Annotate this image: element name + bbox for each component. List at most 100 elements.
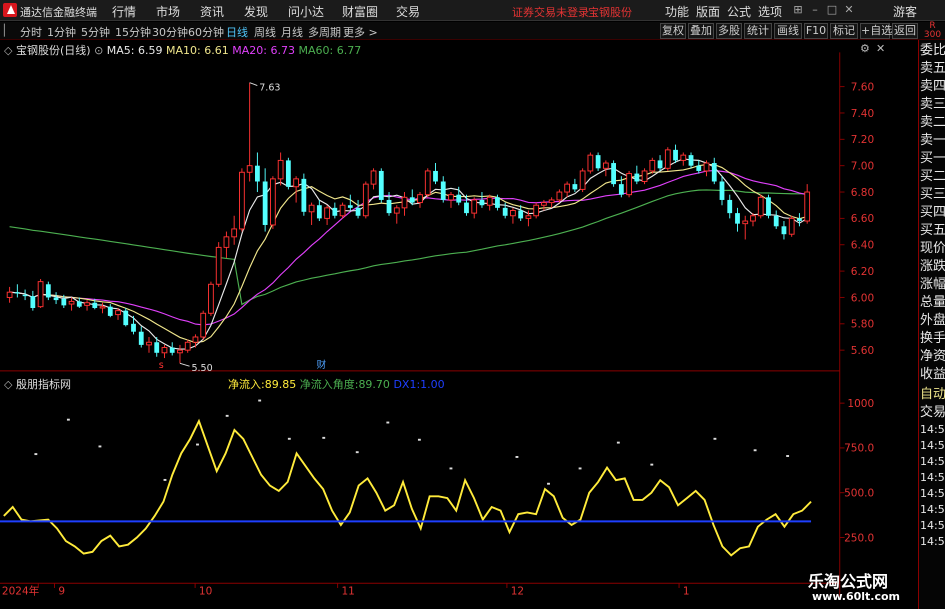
period-tab[interactable]: 分时 — [20, 24, 42, 40]
candle-body-down — [440, 181, 446, 200]
candle-body-down — [479, 199, 485, 206]
time-tick-label: 9 — [58, 586, 65, 598]
candle-body-down — [169, 347, 175, 353]
moving-average-lines — [9, 158, 808, 350]
candle-body-up — [401, 196, 408, 209]
candle-body-up — [417, 194, 423, 204]
menu-item-options[interactable]: 选项 — [758, 3, 782, 20]
indicator-marker — [163, 478, 167, 481]
time-tick-label: 11 — [341, 586, 354, 598]
guest-label[interactable]: 游客 — [893, 3, 917, 20]
sidebar-item: 买三 — [920, 187, 945, 202]
indicator-marker — [449, 467, 453, 470]
sidebar-item: 卖一 — [920, 133, 945, 148]
close-chart-icon[interactable]: ✕ — [876, 42, 885, 55]
close-icon[interactable]: ✕ — [841, 2, 857, 18]
indicator-marker — [98, 445, 102, 448]
ma10-value: 6.61 — [204, 44, 229, 57]
sidebar-item[interactable]: 交易 — [920, 404, 945, 422]
menu-item[interactable]: 行情 — [112, 3, 136, 20]
low-price-label: 5.50 — [191, 363, 212, 374]
sidebar-item: 卖三 — [920, 97, 945, 112]
indicator-marker — [355, 451, 359, 454]
indicator-name: 殷朋指标网 — [15, 378, 71, 391]
adjust-button[interactable]: 复权 — [660, 23, 686, 39]
sidebar-item: 14:56 — [920, 423, 945, 436]
minimize-icon[interactable]: – — [807, 2, 823, 18]
chart-menu-icon[interactable]: ◇ — [4, 44, 12, 57]
period-tab-active[interactable]: 日线 — [226, 24, 248, 40]
mark-button[interactable]: 标记 — [830, 23, 858, 39]
inflow-value: 89.85 — [264, 378, 297, 391]
candle-body-up — [208, 283, 214, 314]
add-watchlist-button[interactable]: +自选 — [860, 23, 892, 39]
period-tab[interactable]: 周线 — [254, 24, 276, 40]
sidebar-item: 涨跌 — [920, 259, 945, 274]
sidebar-item[interactable]: 自动 — [920, 386, 945, 404]
indicator-tick-label: 1000 — [847, 398, 874, 410]
candle-body-down — [711, 163, 717, 182]
period-tab-more[interactable]: 更多 > — [343, 24, 378, 40]
candle-body-up — [370, 170, 377, 185]
candle-body-up — [788, 217, 795, 235]
ma60-label: MA60 — [298, 44, 330, 57]
chevron-down-icon[interactable]: ⊙ — [94, 44, 103, 57]
sidebar-item: 现价 — [920, 241, 945, 256]
candle-body-up — [184, 341, 191, 351]
menu-item[interactable]: 问小达 — [288, 3, 324, 20]
indicator-marker — [713, 437, 717, 440]
candle-body-down — [657, 160, 663, 169]
indicator-menu-icon[interactable]: ◇ — [4, 378, 12, 391]
finance-marker: 财 — [317, 359, 327, 371]
period-tab[interactable]: 60分钟 — [188, 24, 224, 40]
indicator-marker — [417, 438, 421, 441]
period-tab[interactable]: 1分钟 — [47, 24, 76, 40]
back-button[interactable]: 返回 — [892, 23, 918, 39]
sidebar-item: 买四 — [920, 205, 945, 220]
candle-body-up — [579, 170, 586, 190]
settings-icon[interactable]: ⚙ — [860, 42, 870, 55]
indicator-marker — [34, 453, 38, 456]
login-status[interactable]: 证券交易未登录 — [512, 4, 589, 20]
period-tab[interactable]: 多周期 — [308, 24, 341, 40]
period-tab[interactable]: 5分钟 — [81, 24, 110, 40]
time-tick-label: 1 — [683, 586, 690, 598]
menu-item[interactable]: 资讯 — [200, 3, 224, 20]
maximize-icon[interactable]: □ — [824, 2, 840, 18]
period-tab[interactable]: 15分钟 — [115, 24, 151, 40]
candle-body-up — [510, 210, 516, 217]
draw-line-button[interactable]: 画线 — [774, 23, 802, 39]
sidebar-item: 14:56 — [920, 487, 945, 500]
kline-chart[interactable]: 7.63 5.50 s 财 7.60 7.40 7.20 7.00 6.80 6.60 6.40 6… — [0, 40, 878, 609]
menu-item[interactable]: 财富圈 — [342, 3, 378, 20]
candle-body-down — [107, 306, 113, 316]
candle-body-down — [154, 342, 160, 353]
multi-stock-button[interactable]: 多股 — [716, 23, 742, 39]
candle-body-up — [6, 291, 13, 298]
menu-item[interactable]: 交易 — [396, 3, 420, 20]
f10-button[interactable]: F10 — [804, 23, 828, 39]
menu-item-formula[interactable]: 公式 — [727, 3, 751, 20]
menu-item[interactable]: 发现 — [244, 3, 268, 20]
inflow-angle-label: 净流入角度: — [299, 378, 359, 391]
restore-icon[interactable]: ⊞ — [790, 2, 806, 18]
low-pointer — [179, 362, 190, 367]
stats-button[interactable]: 统计 — [744, 23, 772, 39]
site-watermark: 乐淘公式网 www.60lt.com — [808, 568, 918, 609]
candle-body-up — [548, 199, 555, 204]
indicator-marker — [258, 399, 262, 402]
period-tab[interactable]: 月线 — [281, 24, 303, 40]
overlay-button[interactable]: 叠加 — [688, 23, 714, 39]
period-toolbar: ▏ 分时 1分钟 5分钟 15分钟 30分钟 60分钟 日线 周线 月线 多周期… — [0, 22, 945, 40]
period-tab[interactable]: 30分钟 — [152, 24, 188, 40]
inflow-label: 净流入: — [228, 378, 265, 391]
indicator-marker — [196, 443, 199, 446]
candle-body-down — [495, 197, 500, 208]
app-logo-icon — [3, 3, 17, 17]
lock-icon[interactable]: ▏ — [4, 24, 12, 37]
price-tick-label: 6.00 — [851, 292, 874, 304]
indicator-marker — [547, 482, 550, 485]
menu-item-function[interactable]: 功能 — [665, 3, 689, 20]
menu-item-layout[interactable]: 版面 — [696, 3, 720, 20]
menu-item[interactable]: 市场 — [156, 3, 180, 20]
